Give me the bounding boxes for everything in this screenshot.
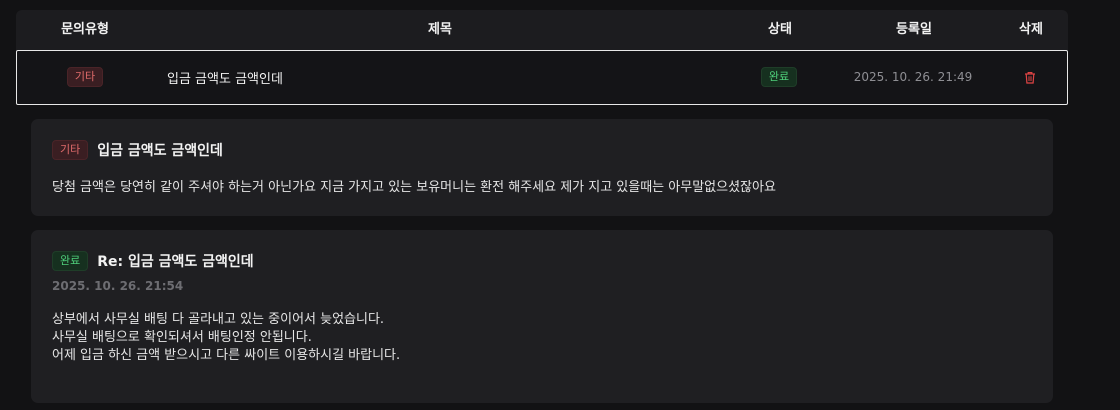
inquiry-content: 당첨 금액은 당연히 같이 주셔야 하는거 아닌가요 지금 가지고 있는 보유머…: [52, 180, 776, 195]
header-delete: 삭제: [1019, 22, 1043, 37]
answer-status-badge: 완료: [52, 251, 89, 271]
answer-title: Re: 입금 금액도 금액인데: [97, 254, 254, 270]
inquiry-type-badge: 기타: [52, 140, 89, 160]
answer-line: 어제 입금 하신 금액 받으시고 다른 싸이트 이용하시길 바랍니다.: [52, 348, 401, 363]
status-badge: 완료: [760, 67, 798, 87]
header-date: 등록일: [896, 22, 932, 37]
header-type: 문의유형: [61, 22, 109, 37]
row-type-cell: 기타: [17, 51, 153, 103]
inquiry-title: 입금 금액도 금액인데: [97, 143, 223, 159]
answer-header: 완료 Re: 입금 금액도 금액인데: [52, 251, 254, 271]
inquiry-card: 기타 입금 금액도 금액인데 당첨 금액은 당연히 같이 주셔야 하는거 아닌가…: [31, 119, 1053, 216]
answer-card: 완료 Re: 입금 금액도 금액인데 2025. 10. 26. 21:54 상…: [31, 230, 1053, 403]
inquiry-header: 기타 입금 금액도 금액인데: [52, 140, 223, 160]
inquiry-detail-view: 문의유형 제목 상태 등록일 삭제 기타 입금 금액도 금액인데 완료 2025…: [0, 0, 1120, 410]
answer-line: 사무실 배팅으로 확인되셔서 배팅인정 안됩니다.: [52, 330, 312, 345]
answer-date: 2025. 10. 26. 21:54: [52, 279, 184, 293]
answer-content: 상부에서 사무실 배팅 다 골라내고 있는 중이어서 늦었습니다. 사무실 배팅…: [52, 311, 400, 365]
type-badge: 기타: [66, 67, 104, 87]
trash-icon: [1024, 71, 1036, 84]
delete-button[interactable]: [993, 51, 1067, 103]
header-status: 상태: [768, 22, 792, 37]
row-title[interactable]: 입금 금액도 금액인데: [167, 51, 707, 103]
table-header: 문의유형 제목 상태 등록일 삭제: [16, 10, 1068, 50]
header-title: 제목: [428, 22, 452, 37]
table-row[interactable]: 기타 입금 금액도 금액인데 완료 2025. 10. 26. 21:49: [16, 50, 1068, 105]
answer-line: 상부에서 사무실 배팅 다 골라내고 있는 중이어서 늦었습니다.: [52, 312, 385, 327]
row-status-cell: 완료: [725, 51, 833, 103]
row-date: 2025. 10. 26. 21:49: [853, 70, 973, 84]
